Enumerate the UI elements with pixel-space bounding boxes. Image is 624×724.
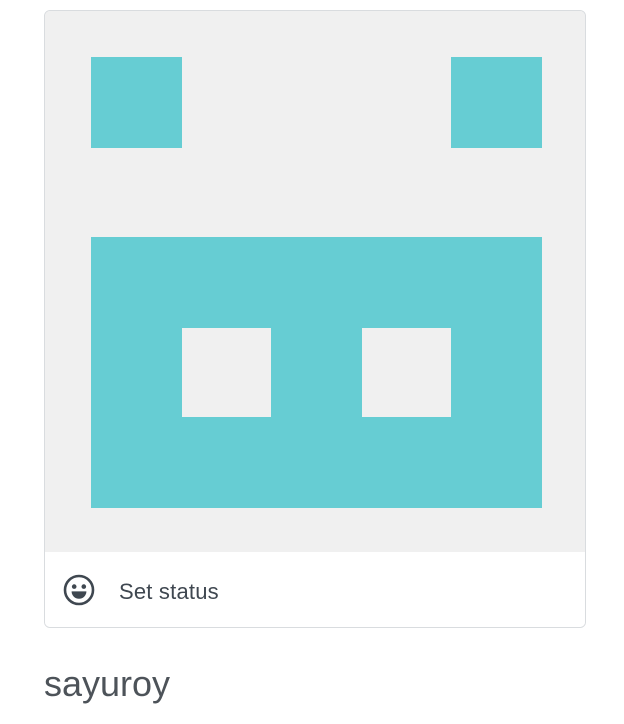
username: sayuroy: [44, 663, 171, 704]
smiley-icon: [63, 574, 95, 606]
identicon-avatar[interactable]: [45, 11, 586, 552]
set-status-button[interactable]: Set status: [45, 552, 585, 627]
identicon-gap-right: [362, 328, 451, 417]
identicon-block-top-left: [91, 57, 182, 148]
avatar-card[interactable]: Set status: [44, 10, 586, 628]
set-status-label: Set status: [119, 579, 219, 604]
identicon-gap-left: [182, 328, 271, 417]
identicon-block-bottom: [91, 237, 542, 508]
identicon-block-top-right: [451, 57, 542, 148]
